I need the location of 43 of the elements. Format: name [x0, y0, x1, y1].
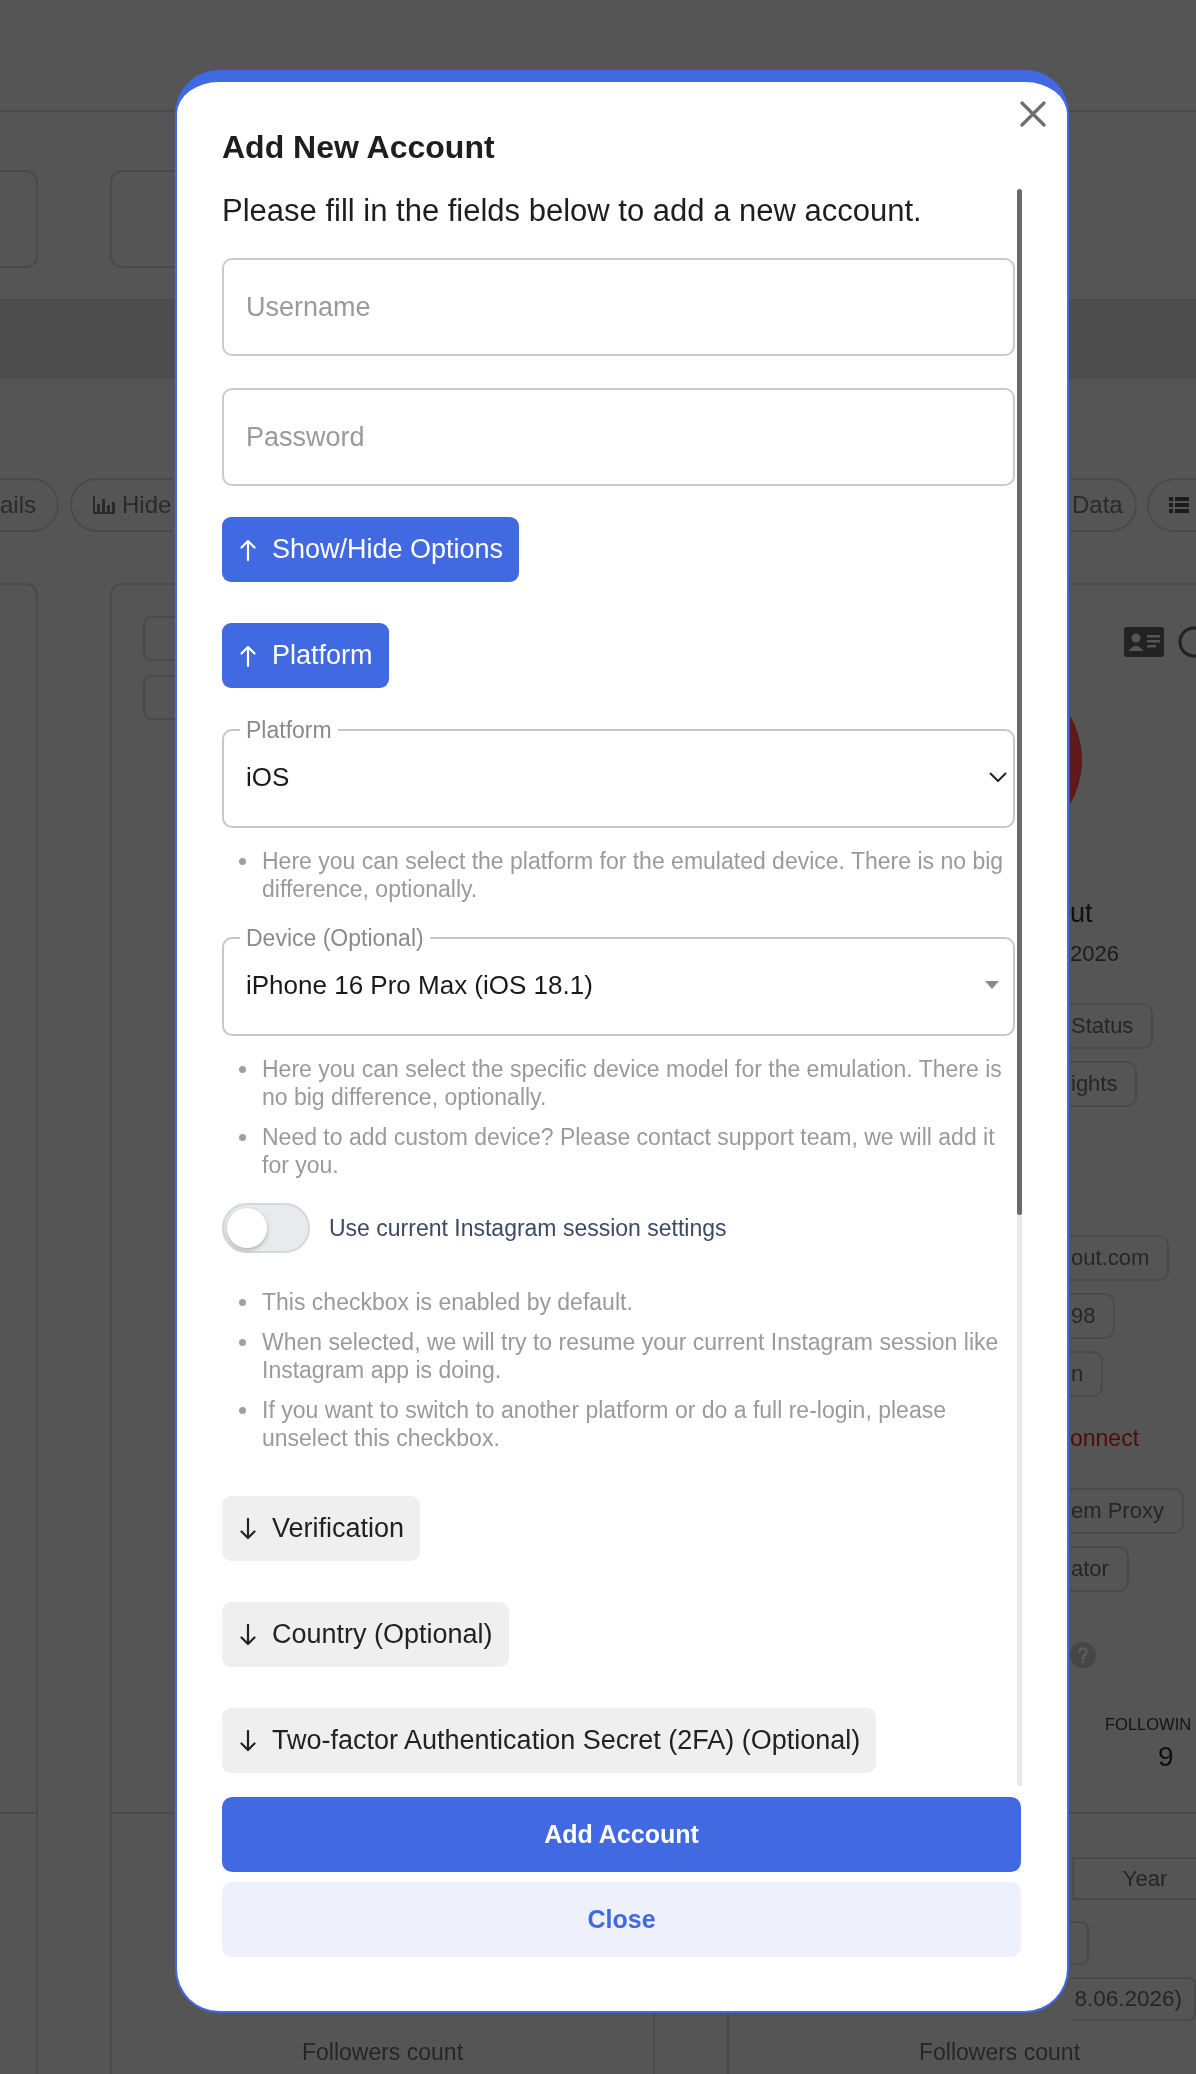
arrow-down-icon [240, 1729, 256, 1752]
options-toggle-button[interactable]: Show/Hide Options [222, 517, 520, 582]
profile-date: 2026 [1070, 940, 1119, 968]
section-toggle-button[interactable]: Country (Optional) [222, 1602, 509, 1667]
hint-text: Need to add custom device? Please contact support team, we will add it for you. [262, 1123, 996, 1179]
bullet-icon [239, 1134, 246, 1141]
arrow-down-icon [240, 1623, 256, 1646]
hint-text: This checkbox is enabled by default. [262, 1288, 633, 1316]
list-icon [1168, 497, 1189, 513]
combobox-field[interactable]: Device (Optional) iPhone 16 Pro Max (iOS 18.1) [222, 925, 1015, 1036]
scrollbar-thumb[interactable] [1017, 189, 1022, 1215]
close-icon[interactable] [1020, 101, 1046, 127]
arrow-up-icon [240, 644, 256, 667]
bullet-icon [239, 1299, 246, 1306]
dialog-description: Please fill in the fields below to add a new account. [222, 192, 922, 230]
section-toggle-button[interactable]: Platform [222, 623, 389, 688]
dialog-title: Add New Account [222, 128, 495, 167]
hint-text: When selected, we will try to resume your current Instagram session like Instagram app is doing. [262, 1328, 1000, 1384]
arrow-up-icon [240, 538, 256, 561]
bullet-icon [239, 1066, 246, 1073]
section-toggle-button[interactable]: Verification [222, 1496, 421, 1561]
caret-down-icon [985, 981, 999, 989]
stat-label: FOLLOWIN [1105, 1714, 1192, 1734]
toggle-switch[interactable] [222, 1203, 310, 1253]
bullet-icon [239, 1407, 246, 1414]
hint-text: Here you can select the platform for the emulated device. There is no big difference, optionally. [262, 847, 1005, 903]
hint-text: If you want to switch to another platform or do a full re-login, please unselect this checkbox. [262, 1396, 947, 1452]
chevron-down-icon [989, 772, 1007, 782]
stat-value: 9 [1158, 1742, 1174, 1772]
section-toggle-button[interactable]: Two-factor Authentication Secret (2FA) (Optional) [222, 1708, 877, 1773]
cancel-button[interactable]: Close [222, 1882, 1021, 1957]
bullet-icon [239, 1339, 246, 1346]
scrollbar-track[interactable] [1017, 189, 1022, 1786]
dropdown-field[interactable]: Platform iOS [222, 717, 1015, 828]
id-card-icon[interactable] [1124, 627, 1164, 657]
arrow-down-icon [240, 1517, 256, 1540]
hint-text: Here you can select the specific device model for the emulation. There is no big difference, optionally. [262, 1055, 1003, 1111]
help-icon[interactable] [1070, 1642, 1096, 1668]
bullet-icon [239, 858, 246, 865]
bar-chart-icon [93, 496, 115, 514]
submit-button[interactable]: Add Account [222, 1797, 1021, 1872]
profile-name: ut [1070, 897, 1093, 930]
switch-label: Use current Instagram session settings [329, 1214, 727, 1242]
